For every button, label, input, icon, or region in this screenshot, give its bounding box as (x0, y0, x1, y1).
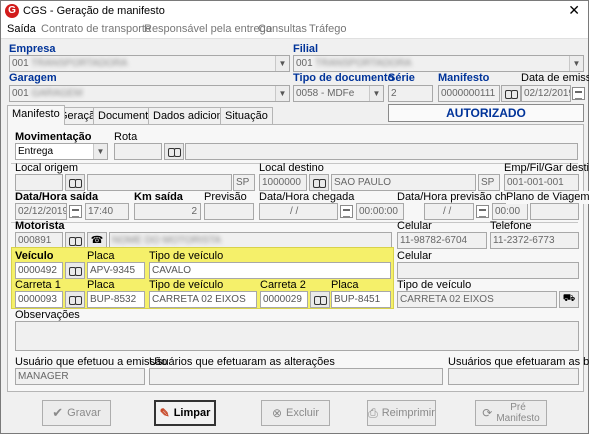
movimentacao-select[interactable]: Entrega ▼ (15, 143, 108, 160)
local-destino-uf: SP (478, 174, 500, 191)
usuarios-baixas-field (448, 368, 579, 385)
chevron-down-icon: ▼ (569, 56, 583, 71)
binoculars-icon (314, 295, 327, 305)
serie-label: Série (388, 72, 415, 84)
placa2-field[interactable]: BUP-8532 (87, 291, 145, 308)
km-saida-field[interactable]: 2 (134, 203, 201, 220)
celular2-field[interactable] (397, 262, 579, 279)
tab-situacao[interactable]: Situação (220, 107, 273, 124)
eraser-icon: ✎ (159, 406, 170, 420)
menu-trafego[interactable]: Tráfego (309, 23, 347, 36)
binoculars-icon (69, 178, 82, 188)
empfil-field[interactable]: 001-001-001 (504, 174, 579, 191)
veiculo-field[interactable]: 0000492 (15, 262, 63, 279)
status-badge: AUTORIZADO (388, 104, 584, 122)
carreta1-field[interactable]: 0000093 (15, 291, 63, 308)
tipodoc-label: Tipo de documento (293, 72, 395, 84)
binoculars-icon (313, 178, 326, 188)
manifesto-label: Manifesto (438, 72, 490, 84)
reimprimir-button[interactable]: ⎙ Reimprimir (367, 400, 436, 426)
data-prev-chegada-field[interactable]: / / (424, 203, 474, 220)
pre-manifesto-button[interactable]: ⟳ Pré Manifesto (475, 400, 547, 426)
menu-responsavel[interactable]: Responsável pela entrega (144, 23, 272, 36)
excluir-button[interactable]: ⊗ Excluir (261, 400, 330, 426)
calendar-icon[interactable] (340, 205, 353, 218)
binoculars-icon (69, 266, 82, 276)
local-destino-search-button[interactable] (309, 174, 329, 191)
dataemissao-field[interactable]: 02/12/2019 (521, 85, 571, 102)
previsao-field[interactable] (204, 203, 254, 220)
window-title: CGS - Geração de manifesto (23, 5, 165, 17)
telefone-field[interactable]: 11-2372-6773 (490, 232, 579, 249)
printer-icon: ⎙ (368, 405, 378, 420)
manifesto-search-button[interactable] (501, 85, 521, 102)
binoculars-icon (69, 295, 82, 305)
check-icon: ✔ (52, 405, 64, 420)
binoculars-icon (168, 147, 181, 157)
chevron-down-icon: ▼ (275, 86, 289, 101)
tipo-veiculo2-field[interactable]: CARRETA 02 EIXOS (149, 291, 257, 308)
menu-contrato[interactable]: Contrato de transporte (41, 23, 151, 36)
calendar-icon[interactable] (69, 205, 82, 218)
tab-manifesto[interactable]: Manifesto (7, 105, 65, 125)
tipo-veiculo3-field[interactable]: CARRETA 02 EIXOS (397, 291, 557, 308)
usuarios-alteracoes-field (149, 368, 443, 385)
local-origem-name (87, 174, 232, 191)
observacoes-field[interactable] (15, 321, 579, 351)
chevron-down-icon: ▼ (369, 86, 383, 101)
rota-field[interactable] (114, 143, 162, 160)
delete-icon: ⊗ (271, 406, 283, 420)
local-origem-uf: SP (233, 174, 255, 191)
local-origem-code[interactable] (15, 174, 63, 191)
carreta2-search-button[interactable] (310, 291, 330, 308)
close-icon[interactable]: ✕ (568, 3, 580, 17)
placa-field[interactable]: APV-9345 (87, 262, 145, 279)
data-chegada-field[interactable]: / / (259, 203, 338, 220)
menu-saida[interactable]: Saída (7, 23, 36, 36)
menu-consultas[interactable]: Consultas (258, 23, 307, 36)
chevron-down-icon: ▼ (275, 56, 289, 71)
window: G CGS - Geração de manifesto ✕ Saída Con… (0, 0, 589, 434)
local-origem-search-button[interactable] (65, 174, 85, 191)
data-saida-field[interactable]: 02/12/2019 (15, 203, 67, 220)
dataemissao-label: Data de emissão (521, 72, 589, 84)
rota-desc-field (185, 143, 578, 160)
title-bar: G CGS - Geração de manifesto ✕ (1, 1, 588, 21)
app-logo-icon: G (5, 4, 19, 18)
calendar-icon[interactable] (572, 87, 585, 100)
plano-field[interactable] (530, 203, 579, 220)
rota-search-button[interactable] (164, 143, 184, 160)
hora-prev-chegada-field[interactable]: 00:00 (492, 203, 528, 220)
chevron-down-icon: ▼ (93, 144, 107, 159)
carreta2-field[interactable]: 0000029 (260, 291, 308, 308)
refresh-icon: ⟳ (482, 406, 493, 420)
menu-bar: Saída Contrato de transporte Responsável… (1, 21, 588, 39)
garagem-select[interactable]: 001 GARAGEM ▼ (9, 85, 290, 102)
usuario-emissao-field: MANAGER (15, 368, 145, 385)
hora-saida-field[interactable]: 17:40 (85, 203, 129, 220)
limpar-button[interactable]: ✎ Limpar (154, 400, 216, 426)
truck-icon[interactable]: ⛟ (559, 291, 579, 308)
manifesto-field[interactable]: 0000000111 (438, 85, 500, 102)
garagem-label: Garagem (9, 72, 57, 84)
hora-chegada-field[interactable]: 00:00:00 (356, 203, 404, 220)
filial-select[interactable]: 001 TRANSPORTADORA ▼ (293, 55, 584, 72)
carreta1-search-button[interactable] (65, 291, 85, 308)
calendar-icon[interactable] (476, 205, 489, 218)
serie-field[interactable]: 2 (388, 85, 433, 102)
empresa-select[interactable]: 001 TRANSPORTADORA ▼ (9, 55, 290, 72)
placa3-field[interactable]: BUP-8451 (331, 291, 391, 308)
local-destino-code[interactable]: 1000000 (259, 174, 307, 191)
veiculo-search-button[interactable] (65, 262, 85, 279)
gravar-button[interactable]: ✔ Gravar (42, 400, 111, 426)
binoculars-icon (69, 236, 82, 246)
celular-field[interactable]: 11-98782-6704 (397, 232, 487, 249)
binoculars-icon (505, 89, 518, 99)
local-destino-name: SAO PAULO (331, 174, 476, 191)
tipodoc-select[interactable]: 0058 - MDFe ▼ (293, 85, 384, 102)
tipo-veiculo-field[interactable]: CAVALO (149, 262, 391, 279)
